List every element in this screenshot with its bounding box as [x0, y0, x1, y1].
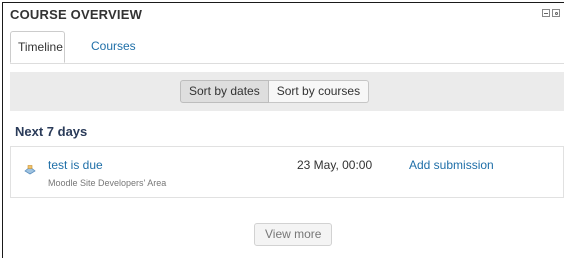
tab-bar: Timeline Courses: [10, 31, 564, 64]
event-item: test is due Moodle Site Developers' Area…: [10, 146, 564, 198]
actions-icon[interactable]: [552, 9, 560, 17]
event-name-link[interactable]: test is due: [48, 158, 103, 172]
assignment-icon: [24, 165, 36, 175]
sort-by-courses-button[interactable]: Sort by courses: [268, 80, 370, 103]
section-title: Next 7 days: [15, 124, 88, 139]
tab-courses[interactable]: Courses: [91, 31, 136, 62]
tab-timeline[interactable]: Timeline: [10, 31, 65, 63]
event-course-name: Moodle Site Developers' Area: [48, 178, 167, 188]
view-more-button[interactable]: View more: [254, 223, 333, 246]
sort-bar: Sort by dates Sort by courses: [10, 72, 564, 111]
event-date: 23 May, 00:00: [297, 158, 373, 172]
collapse-icon[interactable]: [542, 9, 550, 17]
block-title: COURSE OVERVIEW: [10, 7, 143, 22]
block-controls: [542, 9, 560, 17]
add-submission-link[interactable]: Add submission: [409, 158, 494, 172]
sort-by-dates-button[interactable]: Sort by dates: [180, 80, 269, 103]
sort-button-group: Sort by dates Sort by courses: [180, 80, 370, 103]
